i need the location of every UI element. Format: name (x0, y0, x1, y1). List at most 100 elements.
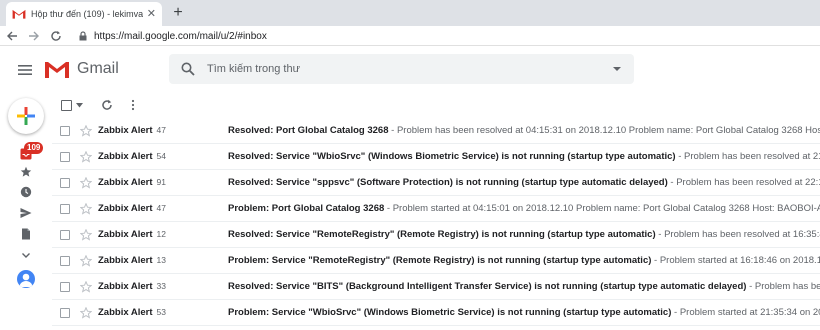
mail-row[interactable]: Zabbix Alert 54 Resolved: Service "WbioSr… (52, 144, 820, 170)
star-outline-icon[interactable] (80, 307, 92, 319)
row-subject: Resolved: Service "sppsvc" (Software Pro… (228, 177, 668, 188)
mail-row[interactable]: Zabbix Alert 91 Resolved: Service "sppsvc… (52, 170, 820, 196)
forward-button[interactable] (24, 26, 44, 46)
row-snippet: - Problem has been resolved at 21:44:34 … (678, 151, 820, 162)
select-all-checkbox[interactable] (61, 99, 72, 111)
star-icon (20, 166, 32, 177)
star-outline-icon[interactable] (80, 203, 92, 215)
gmail-wordmark: Gmail (77, 60, 119, 77)
browser-toolbar: https://mail.google.com/mail/u/2/#inbox (0, 26, 820, 46)
browser-tabstrip: Hộp thư đến (109) - lekimvanmi ✕ + (0, 0, 820, 26)
mail-row[interactable]: Zabbix Alert 33 Resolved: Service "BITS" … (52, 274, 820, 300)
row-thread-count: 12 (156, 229, 167, 239)
compose-plus-icon (17, 107, 35, 125)
row-snippet: - Problem has been resolve (749, 281, 820, 292)
inbox-unread-badge: 109 (24, 142, 44, 154)
row-subject: Problem: Port Global Catalog 3268 (228, 203, 385, 214)
mail-row[interactable]: Zabbix Alert 47 Resolved: Port Global Cat… (52, 118, 820, 144)
search-icon[interactable] (181, 62, 195, 76)
star-outline-icon[interactable] (80, 151, 92, 163)
search-input[interactable] (207, 63, 612, 75)
refresh-icon[interactable] (101, 99, 113, 111)
new-tab-button[interactable]: + (169, 4, 187, 22)
browser-tab[interactable]: Hộp thư đến (109) - lekimvanmi ✕ (6, 2, 162, 26)
reload-button[interactable] (46, 26, 66, 46)
row-sender: Zabbix Alert 12 (98, 229, 167, 240)
star-outline-icon[interactable] (80, 177, 92, 189)
row-snippet: - Problem started at 04:15:01 on 2018.12… (384, 203, 820, 214)
tab-title: Hộp thư đến (109) - lekimvanmi (31, 9, 143, 19)
row-sender: Zabbix Alert 54 (98, 151, 167, 162)
arrow-left-icon (7, 31, 17, 40)
row-subject: Resolved: Service "RemoteRegistry" (Remo… (228, 229, 656, 240)
person-icon (19, 273, 33, 287)
mail-row[interactable]: Zabbix Alert 53 Problem: Service "WbioSrv… (52, 300, 820, 326)
row-sender: Zabbix Alert 53 (98, 307, 167, 318)
lock-icon (79, 31, 87, 41)
row-checkbox[interactable] (60, 282, 70, 292)
avatar[interactable] (17, 270, 35, 288)
rail-snoozed[interactable] (16, 183, 36, 201)
row-content: Resolved: Service "BITS" (Background Int… (228, 281, 820, 292)
gmail-logo-icon[interactable] (44, 58, 70, 80)
row-thread-count: 33 (156, 281, 167, 291)
rail-starred[interactable] (16, 163, 36, 181)
row-subject: Resolved: Port Global Catalog 3268 (228, 125, 389, 136)
row-thread-count: 53 (156, 307, 167, 317)
back-button[interactable] (2, 26, 22, 46)
row-snippet: - Problem has been resolved at 04:15:31 … (388, 125, 820, 136)
row-sender: Zabbix Alert 47 (98, 125, 167, 136)
star-outline-icon[interactable] (80, 229, 92, 241)
search-options-caret-icon[interactable] (612, 65, 622, 73)
rail-sent[interactable] (16, 204, 36, 222)
row-subject: Problem: Service "WbioSrvc" (Windows Bio… (228, 307, 672, 318)
mail-toolbar (58, 96, 139, 114)
row-checkbox[interactable] (60, 204, 70, 214)
compose-button[interactable] (8, 98, 44, 134)
row-snippet: - Problem has been resolved at 16:35:46 … (658, 229, 820, 240)
row-checkbox[interactable] (60, 230, 70, 240)
mail-row[interactable]: Zabbix Alert 12 Resolved: Service "Remote… (52, 222, 820, 248)
row-content: Resolved: Port Global Catalog 3268 - Pro… (228, 125, 820, 136)
clock-icon (20, 186, 32, 198)
row-sender: Zabbix Alert 91 (98, 177, 167, 188)
star-outline-icon[interactable] (80, 281, 92, 293)
row-checkbox[interactable] (60, 308, 70, 318)
row-thread-count: 13 (156, 255, 167, 265)
address-bar[interactable]: https://mail.google.com/mail/u/2/#inbox (78, 28, 820, 44)
row-sender: Zabbix Alert 33 (98, 281, 167, 292)
mail-row[interactable]: Zabbix Alert 47 Problem: Port Global Cata… (52, 196, 820, 222)
row-checkbox[interactable] (60, 152, 70, 162)
row-content: Resolved: Service "sppsvc" (Software Pro… (228, 177, 820, 188)
row-subject: Resolved: Service "BITS" (Background Int… (228, 281, 747, 292)
row-sender: Zabbix Alert 47 (98, 203, 167, 214)
row-content: Resolved: Service "WbioSrvc" (Windows Bi… (228, 151, 820, 162)
row-checkbox[interactable] (60, 126, 70, 136)
search-box[interactable] (169, 54, 634, 84)
url-text: https://mail.google.com/mail/u/2/#inbox (94, 30, 267, 42)
menu-icon[interactable] (16, 60, 36, 80)
row-snippet: - Problem started at 16:18:46 on 2018.12… (654, 255, 820, 266)
gmail-header: Gmail (0, 46, 820, 94)
rail-more[interactable] (16, 246, 36, 264)
reload-icon (51, 30, 61, 41)
chevron-down-icon (22, 253, 30, 258)
row-checkbox[interactable] (60, 256, 70, 266)
row-content: Problem: Port Global Catalog 3268 - Prob… (228, 203, 820, 214)
row-thread-count: 47 (156, 125, 167, 135)
rail-drafts[interactable] (16, 225, 36, 243)
row-snippet: - Problem started at 21:35:34 on 2018.12… (674, 307, 820, 318)
row-thread-count: 54 (156, 151, 167, 161)
row-thread-count: 47 (156, 203, 167, 213)
arrow-right-icon (29, 31, 39, 40)
row-checkbox[interactable] (60, 178, 70, 188)
mail-row[interactable]: Zabbix Alert 13 Problem: Service "RemoteR… (52, 248, 820, 274)
more-vert-icon[interactable] (127, 99, 139, 111)
tab-close-icon[interactable]: ✕ (147, 8, 156, 20)
row-content: Problem: Service "RemoteRegistry" (Remot… (228, 255, 820, 266)
select-caret-icon[interactable] (76, 102, 83, 108)
row-snippet: - Problem has been resolved at 22:11:27 … (670, 177, 820, 188)
row-thread-count: 91 (156, 177, 167, 187)
star-outline-icon[interactable] (80, 255, 92, 267)
star-outline-icon[interactable] (80, 125, 92, 137)
